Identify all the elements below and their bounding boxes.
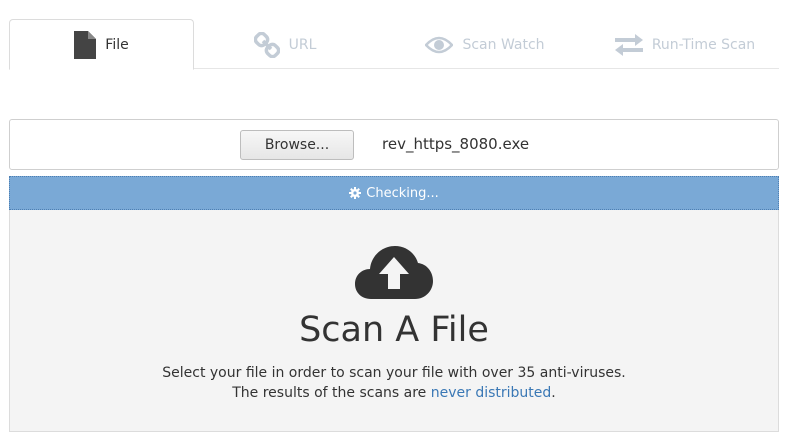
tab-run-time-scan[interactable]: Run-Time Scan <box>600 19 770 70</box>
never-distributed-link[interactable]: never distributed <box>431 385 552 401</box>
file-drop-area[interactable]: Scan A File Select your file in order to… <box>9 210 779 432</box>
checking-progress-bar: Checking... <box>9 176 779 210</box>
drop-description-line1: Select your file in order to scan your f… <box>162 365 626 381</box>
exchange-icon <box>614 33 643 56</box>
drop-line2-suffix: . <box>551 385 556 401</box>
tab-url-label: URL <box>288 36 317 53</box>
link-icon <box>253 31 280 58</box>
file-icon <box>74 30 97 59</box>
selected-file-name: rev_https_8080.exe <box>382 135 530 153</box>
cloud-upload-icon <box>355 246 433 299</box>
file-input-row: Browse... rev_https_8080.exe <box>9 119 779 170</box>
drop-title: Scan A File <box>299 310 489 350</box>
tab-run-time-scan-label: Run-Time Scan <box>651 36 756 53</box>
eye-icon <box>425 36 454 53</box>
drop-description-line2: The results of the scans are never distr… <box>10 383 778 403</box>
gear-icon <box>349 187 362 199</box>
tab-scan-watch[interactable]: Scan Watch <box>410 19 560 70</box>
tab-file-label: File <box>105 36 129 53</box>
tab-url[interactable]: URL <box>230 19 340 70</box>
drop-line2-prefix: The results of the scans are <box>232 385 431 401</box>
scan-tabs: File URL Scan Watch Run-Time Scan <box>0 0 789 70</box>
tab-file[interactable]: File <box>9 19 194 70</box>
progress-label: Checking... <box>366 185 439 201</box>
browse-button[interactable]: Browse... <box>240 130 354 160</box>
drop-description: Select your file in order to scan your f… <box>10 363 778 403</box>
tab-scan-watch-label: Scan Watch <box>462 36 545 53</box>
